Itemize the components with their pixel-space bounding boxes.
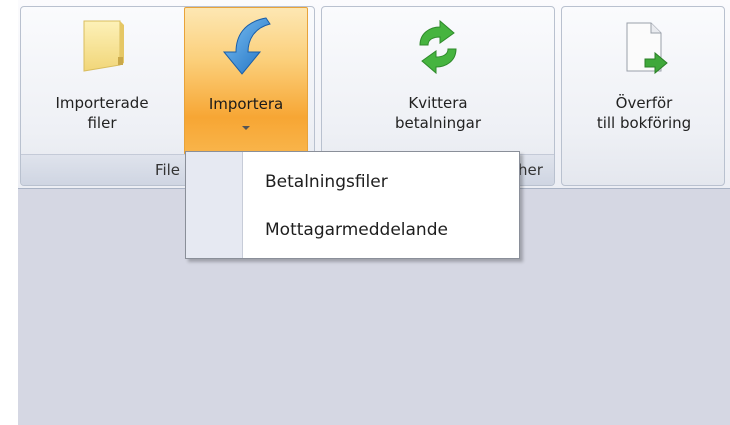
- transfer-label-line2: till bokföring: [596, 114, 692, 132]
- transfer-label-line1: Överför: [615, 94, 673, 112]
- acknowledge-label-line2: betalningar: [394, 114, 482, 132]
- imported-files-button[interactable]: Importerade filer: [27, 7, 177, 155]
- import-button[interactable]: Importera: [184, 7, 308, 155]
- document-export-icon: [619, 19, 669, 81]
- acknowledge-payments-button[interactable]: Kvittera betalningar: [328, 7, 548, 155]
- import-dropdown-menu: Betalningsfiler Mottagarmeddelande: [185, 151, 520, 259]
- folder-icon: [74, 15, 130, 79]
- transfer-to-accounting-button[interactable]: Överför till bokföring: [566, 7, 722, 155]
- group-label-payments-text: her: [518, 161, 543, 179]
- menu-item-payment-files[interactable]: Betalningsfiler: [243, 158, 519, 206]
- chevron-down-icon: [242, 126, 250, 130]
- ribbon-group-transfer: Överför till bokföring: [561, 6, 725, 186]
- acknowledge-label-line1: Kvittera: [408, 94, 468, 112]
- import-label: Importera: [208, 95, 284, 113]
- import-arrow-icon: [214, 14, 278, 82]
- imported-files-label-line2: filer: [87, 114, 117, 132]
- menu-icon-gutter: [186, 152, 243, 258]
- menu-item-recipient-message[interactable]: Mottagarmeddelande: [243, 206, 519, 254]
- refresh-icon: [410, 19, 466, 79]
- imported-files-label-line1: Importerade: [55, 94, 149, 112]
